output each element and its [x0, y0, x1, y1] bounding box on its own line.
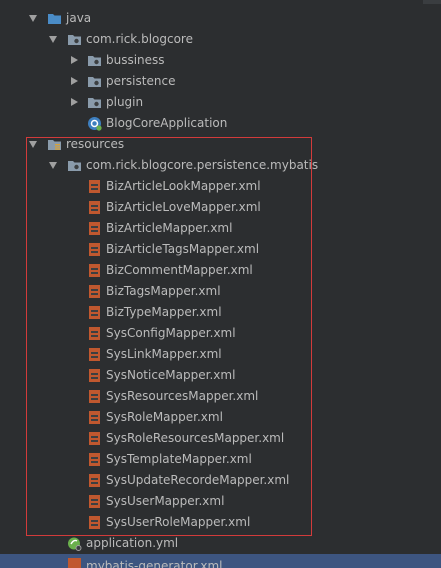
- tree-node-mapper-xml[interactable]: BizArticleTagsMapper.xml: [0, 239, 441, 260]
- collapse-arrow-icon[interactable]: [67, 50, 79, 71]
- tree-node-application-yml[interactable]: application.yml: [0, 533, 441, 554]
- tree-node-label: SysRoleMapper.xml: [106, 410, 223, 424]
- tree-node-java[interactable]: java: [0, 8, 441, 29]
- tree-node-label: SysLinkMapper.xml: [106, 347, 222, 361]
- tree-node-mapper-xml[interactable]: BizCommentMapper.xml: [0, 260, 441, 281]
- xml-file-icon: [89, 180, 100, 193]
- tree-node-mapper-xml[interactable]: BizArticleLookMapper.xml: [0, 176, 441, 197]
- tree-node-mapper-xml[interactable]: SysUserRoleMapper.xml: [0, 512, 441, 533]
- tree-node-label: BizCommentMapper.xml: [106, 263, 253, 277]
- tree-node-label: SysUpdateRecordeMapper.xml: [106, 473, 290, 487]
- folder-icon: [88, 77, 101, 87]
- xml-file-icon: [89, 432, 100, 445]
- horizontal-scrollbar[interactable]: [0, 0, 441, 4]
- xml-file-icon: [89, 327, 100, 340]
- expand-arrow-icon[interactable]: [27, 8, 39, 29]
- xml-file-icon: [89, 222, 100, 235]
- tree-node-label: BlogCoreApplication: [106, 116, 228, 130]
- tree-node-label: SysNoticeMapper.xml: [106, 368, 236, 382]
- tree-node-label: com.rick.blogcore: [86, 32, 193, 46]
- tree-node-label: SysResourcesMapper.xml: [106, 389, 259, 403]
- xml-file-icon: [89, 411, 100, 424]
- tree-node-label: BizTagsMapper.xml: [106, 284, 221, 298]
- scrollbar-thumb[interactable]: [423, 0, 441, 4]
- tree-node-mapper-xml[interactable]: SysUserMapper.xml: [0, 491, 441, 512]
- tree-node-mapper-xml[interactable]: SysUpdateRecordeMapper.xml: [0, 470, 441, 491]
- expand-arrow-icon[interactable]: [47, 155, 59, 176]
- xml-file-icon: [89, 285, 100, 298]
- spring-config-icon: [68, 537, 82, 551]
- xml-file-icon: [89, 495, 100, 508]
- tree-node-label: SysRoleResourcesMapper.xml: [106, 431, 285, 445]
- tree-node-label: resources: [66, 137, 125, 151]
- xml-file-icon: [89, 348, 100, 361]
- xml-file-icon: [89, 201, 100, 214]
- tree-node-mapper-xml[interactable]: SysNoticeMapper.xml: [0, 365, 441, 386]
- tree-node-blogcore-application[interactable]: BlogCoreApplication: [0, 113, 441, 134]
- xml-file-icon: [89, 243, 100, 256]
- tree-node-mapper-xml[interactable]: SysConfigMapper.xml: [0, 323, 441, 344]
- resources-folder-icon: [48, 140, 61, 150]
- tree-node-label: BizTypeMapper.xml: [106, 305, 222, 319]
- xml-file-icon: [89, 453, 100, 466]
- tree-node-mybatis-generator-xml[interactable]: mybatis-generator.xml: [0, 554, 441, 568]
- tree-node-label: bussiness: [106, 53, 165, 67]
- tree-node-mapper-xml[interactable]: SysRoleResourcesMapper.xml: [0, 428, 441, 449]
- tree-node-mybatis-package[interactable]: com.rick.blogcore.persistence.mybatis: [0, 155, 441, 176]
- package-icon: [68, 35, 81, 45]
- xml-file-icon: [89, 264, 100, 277]
- expand-arrow-icon[interactable]: [27, 134, 39, 155]
- xml-file-icon: [89, 369, 100, 382]
- tree-node-mapper-xml[interactable]: SysLinkMapper.xml: [0, 344, 441, 365]
- tree-node-mapper-xml[interactable]: BizTagsMapper.xml: [0, 281, 441, 302]
- tree-node-resources[interactable]: resources: [0, 134, 441, 155]
- xml-file-icon: [89, 306, 100, 319]
- project-tree-panel: java com.rick.blogcore bussiness persist…: [0, 0, 441, 568]
- spring-class-icon: [88, 117, 102, 131]
- tree-node-label: SysUserMapper.xml: [106, 494, 225, 508]
- source-folder-icon: [48, 14, 61, 24]
- tree-node-mapper-xml[interactable]: SysTemplateMapper.xml: [0, 449, 441, 470]
- tree-node-label: BizArticleMapper.xml: [106, 221, 233, 235]
- xml-file-icon: [89, 516, 100, 529]
- folder-icon: [88, 98, 101, 108]
- package-icon: [68, 161, 81, 171]
- xml-file-icon: [89, 474, 100, 487]
- tree-node-label: persistence: [106, 74, 176, 88]
- tree-node-label: BizArticleTagsMapper.xml: [106, 242, 260, 256]
- tree-node-mapper-xml[interactable]: SysRoleMapper.xml: [0, 407, 441, 428]
- collapse-arrow-icon[interactable]: [67, 92, 79, 113]
- tree-node-mapper-xml[interactable]: BizArticleMapper.xml: [0, 218, 441, 239]
- tree-node-label: plugin: [106, 95, 144, 109]
- tree-node-bussiness[interactable]: bussiness: [0, 50, 441, 71]
- expand-arrow-icon[interactable]: [47, 29, 59, 50]
- tree-node-label: com.rick.blogcore.persistence.mybatis: [86, 158, 319, 172]
- tree-node-plugin[interactable]: plugin: [0, 92, 441, 113]
- tree-node-label: SysUserRoleMapper.xml: [106, 515, 251, 529]
- tree-node-package-main[interactable]: com.rick.blogcore: [0, 29, 441, 50]
- tree-node-mapper-xml[interactable]: BizTypeMapper.xml: [0, 302, 441, 323]
- tree-node-persistence[interactable]: persistence: [0, 71, 441, 92]
- tree-node-label: mybatis-generator.xml: [86, 559, 223, 568]
- collapse-arrow-icon[interactable]: [67, 71, 79, 92]
- tree-node-label: SysTemplateMapper.xml: [106, 452, 252, 466]
- tree-node-label: BizArticleLookMapper.xml: [106, 179, 261, 193]
- xml-file-icon: [89, 390, 100, 403]
- xml-file-icon: [68, 558, 81, 568]
- tree-node-label: java: [66, 11, 92, 25]
- tree-node-label: BizArticleLoveMapper.xml: [106, 200, 261, 214]
- tree-node-label: SysConfigMapper.xml: [106, 326, 236, 340]
- tree-node-mapper-xml[interactable]: SysResourcesMapper.xml: [0, 386, 441, 407]
- tree-node-label: application.yml: [86, 536, 179, 550]
- folder-icon: [88, 56, 101, 66]
- tree-node-mapper-xml[interactable]: BizArticleLoveMapper.xml: [0, 197, 441, 218]
